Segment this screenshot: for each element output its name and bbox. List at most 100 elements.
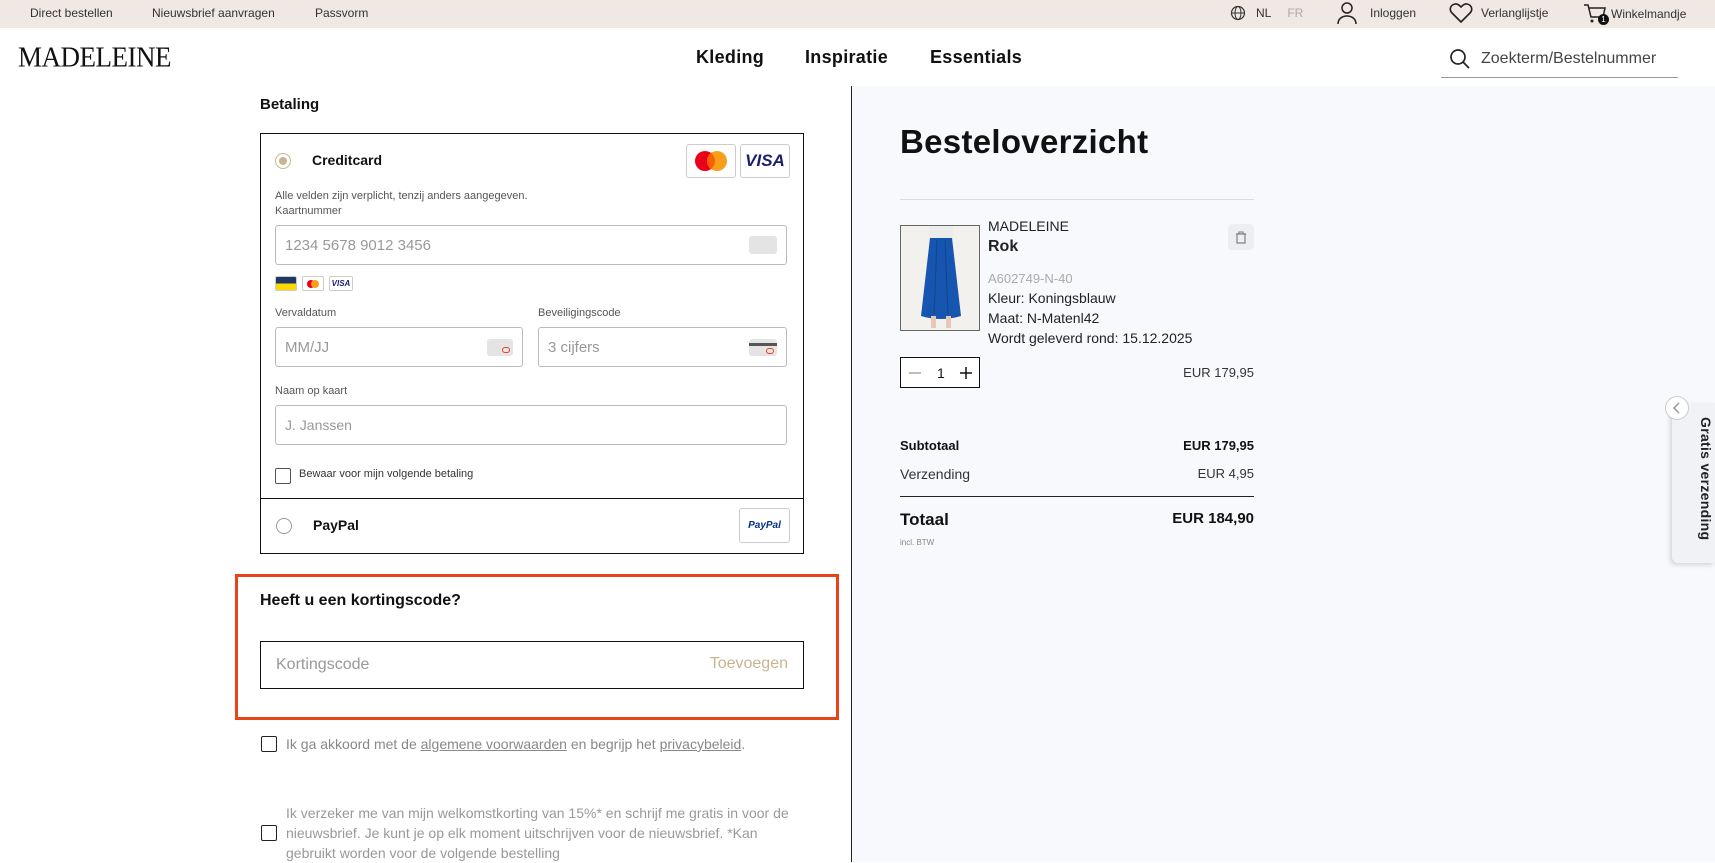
terms-checkbox[interactable] — [261, 736, 277, 752]
search-icon[interactable] — [1449, 48, 1471, 70]
card-number-placeholder: 1234 5678 9012 3456 — [285, 237, 431, 254]
product-size-label: Maat: — [988, 310, 1024, 326]
checkout-form: Betaling Creditcard VISA Alle velden zij… — [0, 86, 852, 862]
search-field[interactable]: Zoekterm/Bestelnummer — [1441, 40, 1678, 78]
wishlist-label: Verlanglijstje — [1481, 6, 1549, 20]
product-size-row: Maat: N-Matenl42 — [988, 310, 1099, 326]
topbar-link-fit[interactable]: Passvorm — [315, 6, 368, 20]
discount-add-button[interactable]: Toevoegen — [710, 655, 788, 673]
expiry-placeholder: MM/JJ — [285, 339, 330, 356]
minus-icon[interactable] — [909, 367, 921, 379]
creditcard-radio[interactable] — [275, 153, 291, 169]
discount-title: Heeft u een kortingscode? — [260, 592, 461, 609]
paypal-label[interactable]: PayPal — [313, 517, 359, 533]
free-shipping-tab[interactable]: Gratis verzending — [1672, 403, 1715, 563]
order-overview: Besteloverzicht MADELEINE Rok A602749-N-… — [852, 86, 1715, 862]
card-cvc-icon — [749, 339, 777, 356]
quantity-stepper: 1 — [900, 357, 980, 388]
madeleine-logo[interactable]: MADELEINE — [18, 41, 171, 74]
side-tab-toggle[interactable] — [1665, 396, 1689, 420]
wishlist-link[interactable]: Verlanglijstje — [1449, 2, 1548, 24]
free-shipping-label: Gratis verzending — [1698, 417, 1714, 541]
card-name-placeholder: J. Janssen — [285, 417, 352, 433]
product-sku: A602749-N-40 — [988, 271, 1073, 286]
accepted-cards-row: VISA — [275, 276, 353, 291]
cart-icon-wrap: 1 — [1583, 2, 1609, 26]
product-color-row: Kleur: Koningsblauw — [988, 290, 1116, 306]
login-link[interactable]: Inloggen — [1336, 1, 1416, 25]
nav-inspiratie[interactable]: Inspiratie — [805, 47, 888, 68]
cvc-placeholder: 3 cijfers — [548, 339, 600, 356]
cvc-input[interactable]: 3 cijfers — [538, 327, 787, 367]
paypal-logo-text: PayPal — [748, 520, 781, 531]
lang-nl[interactable]: NL — [1256, 6, 1271, 20]
paypal-logo: PayPal — [739, 508, 790, 543]
terms-text: Ik ga akkoord met de algemene voorwaarde… — [286, 734, 806, 754]
cvc-label: Beveiligingscode — [538, 307, 621, 319]
subtotal-row: Subtotaal EUR 179,95 — [900, 438, 1254, 453]
save-card-checkbox[interactable] — [275, 468, 291, 484]
card-generic-icon — [749, 236, 777, 254]
newsletter-checkbox[interactable] — [261, 825, 277, 841]
paypal-radio[interactable] — [276, 518, 292, 534]
visa-logo: VISA — [740, 144, 790, 178]
bancontact-icon — [275, 276, 297, 291]
product-brand: MADELEINE — [988, 218, 1069, 234]
visa-logo-text: VISA — [745, 151, 785, 170]
lang-fr[interactable]: FR — [1287, 6, 1303, 20]
terms-middle: en begrijp het — [566, 736, 660, 752]
expiry-label: Vervaldatum — [275, 307, 337, 319]
save-card-label: Bewaar voor mijn volgende betaling — [299, 468, 474, 480]
shipping-value: EUR 4,95 — [1197, 466, 1254, 481]
terms-prefix: Ik ga akkoord met de — [286, 736, 421, 752]
card-number-label: Kaartnummer — [275, 205, 342, 217]
plus-icon[interactable] — [960, 367, 972, 379]
quantity-value[interactable]: 1 — [937, 365, 945, 381]
language-switcher: NL FR — [1230, 5, 1303, 21]
search-input[interactable]: Zoekterm/Bestelnummer — [1481, 50, 1656, 68]
globe-icon — [1230, 5, 1246, 21]
expiry-input[interactable]: MM/JJ — [275, 327, 523, 367]
discount-code-placeholder: Kortingscode — [276, 656, 370, 673]
nav-essentials[interactable]: Essentials — [930, 47, 1022, 68]
topbar-link-direct-order[interactable]: Direct bestellen — [30, 6, 113, 20]
product-delivery-row: Wordt geleverd rond: 15.12.2025 — [988, 330, 1192, 346]
visa-small-icon: VISA — [329, 276, 353, 291]
total-label: Totaal — [900, 510, 949, 529]
mastercard-small-icon — [302, 276, 324, 291]
product-delivery-date: 15.12.2025 — [1122, 330, 1193, 346]
product-image[interactable] — [900, 225, 980, 331]
product-delivery-label: Wordt geleverd rond: — [988, 330, 1119, 346]
remove-item-button[interactable] — [1228, 224, 1254, 250]
product-price: EUR 179,95 — [1183, 365, 1254, 380]
mastercard-icon — [695, 151, 727, 171]
terms-link-privacy[interactable]: privacybeleid — [660, 736, 742, 752]
subtotal-label: Subtotaal — [900, 438, 960, 453]
topbar-link-newsletter[interactable]: Nieuwsbrief aanvragen — [152, 6, 275, 20]
main-header: MADELEINE Kleding Inspiratie Essentials … — [0, 28, 1715, 86]
payment-divider — [261, 498, 803, 499]
terms-link-conditions[interactable]: algemene voorwaarden — [421, 736, 567, 752]
product-color: Koningsblauw — [1028, 290, 1116, 306]
cart-label: Winkelmandje — [1611, 7, 1687, 21]
product-name[interactable]: Rok — [988, 238, 1018, 256]
total-divider — [900, 496, 1254, 497]
card-number-input[interactable]: 1234 5678 9012 3456 — [275, 225, 787, 265]
nav-kleding[interactable]: Kleding — [696, 47, 764, 68]
discount-code-input[interactable]: Kortingscode Toevoegen — [260, 641, 804, 689]
trash-icon — [1236, 231, 1246, 244]
product-color-label: Kleur: — [988, 290, 1025, 306]
total-value: EUR 184,90 — [1172, 510, 1254, 527]
vat-note: incl. BTW — [900, 538, 935, 547]
cart-link[interactable]: 1 Winkelmandje — [1583, 2, 1686, 26]
top-bar: Direct bestellen Nieuwsbrief aanvragen P… — [0, 0, 1715, 28]
shipping-label: Verzending — [900, 466, 971, 482]
chevron-left-icon — [1672, 402, 1680, 414]
card-name-input[interactable]: J. Janssen — [275, 405, 787, 445]
creditcard-label[interactable]: Creditcard — [312, 152, 382, 168]
card-name-label: Naam op kaart — [275, 385, 348, 397]
newsletter-text: Ik verzeker me van mijn welkomstkorting … — [286, 805, 789, 861]
total-row: Totaal EUR 184,90 — [900, 510, 1254, 530]
card-expiry-icon — [487, 339, 513, 356]
required-note: Alle velden zijn verplicht, tenzij ander… — [275, 190, 528, 202]
